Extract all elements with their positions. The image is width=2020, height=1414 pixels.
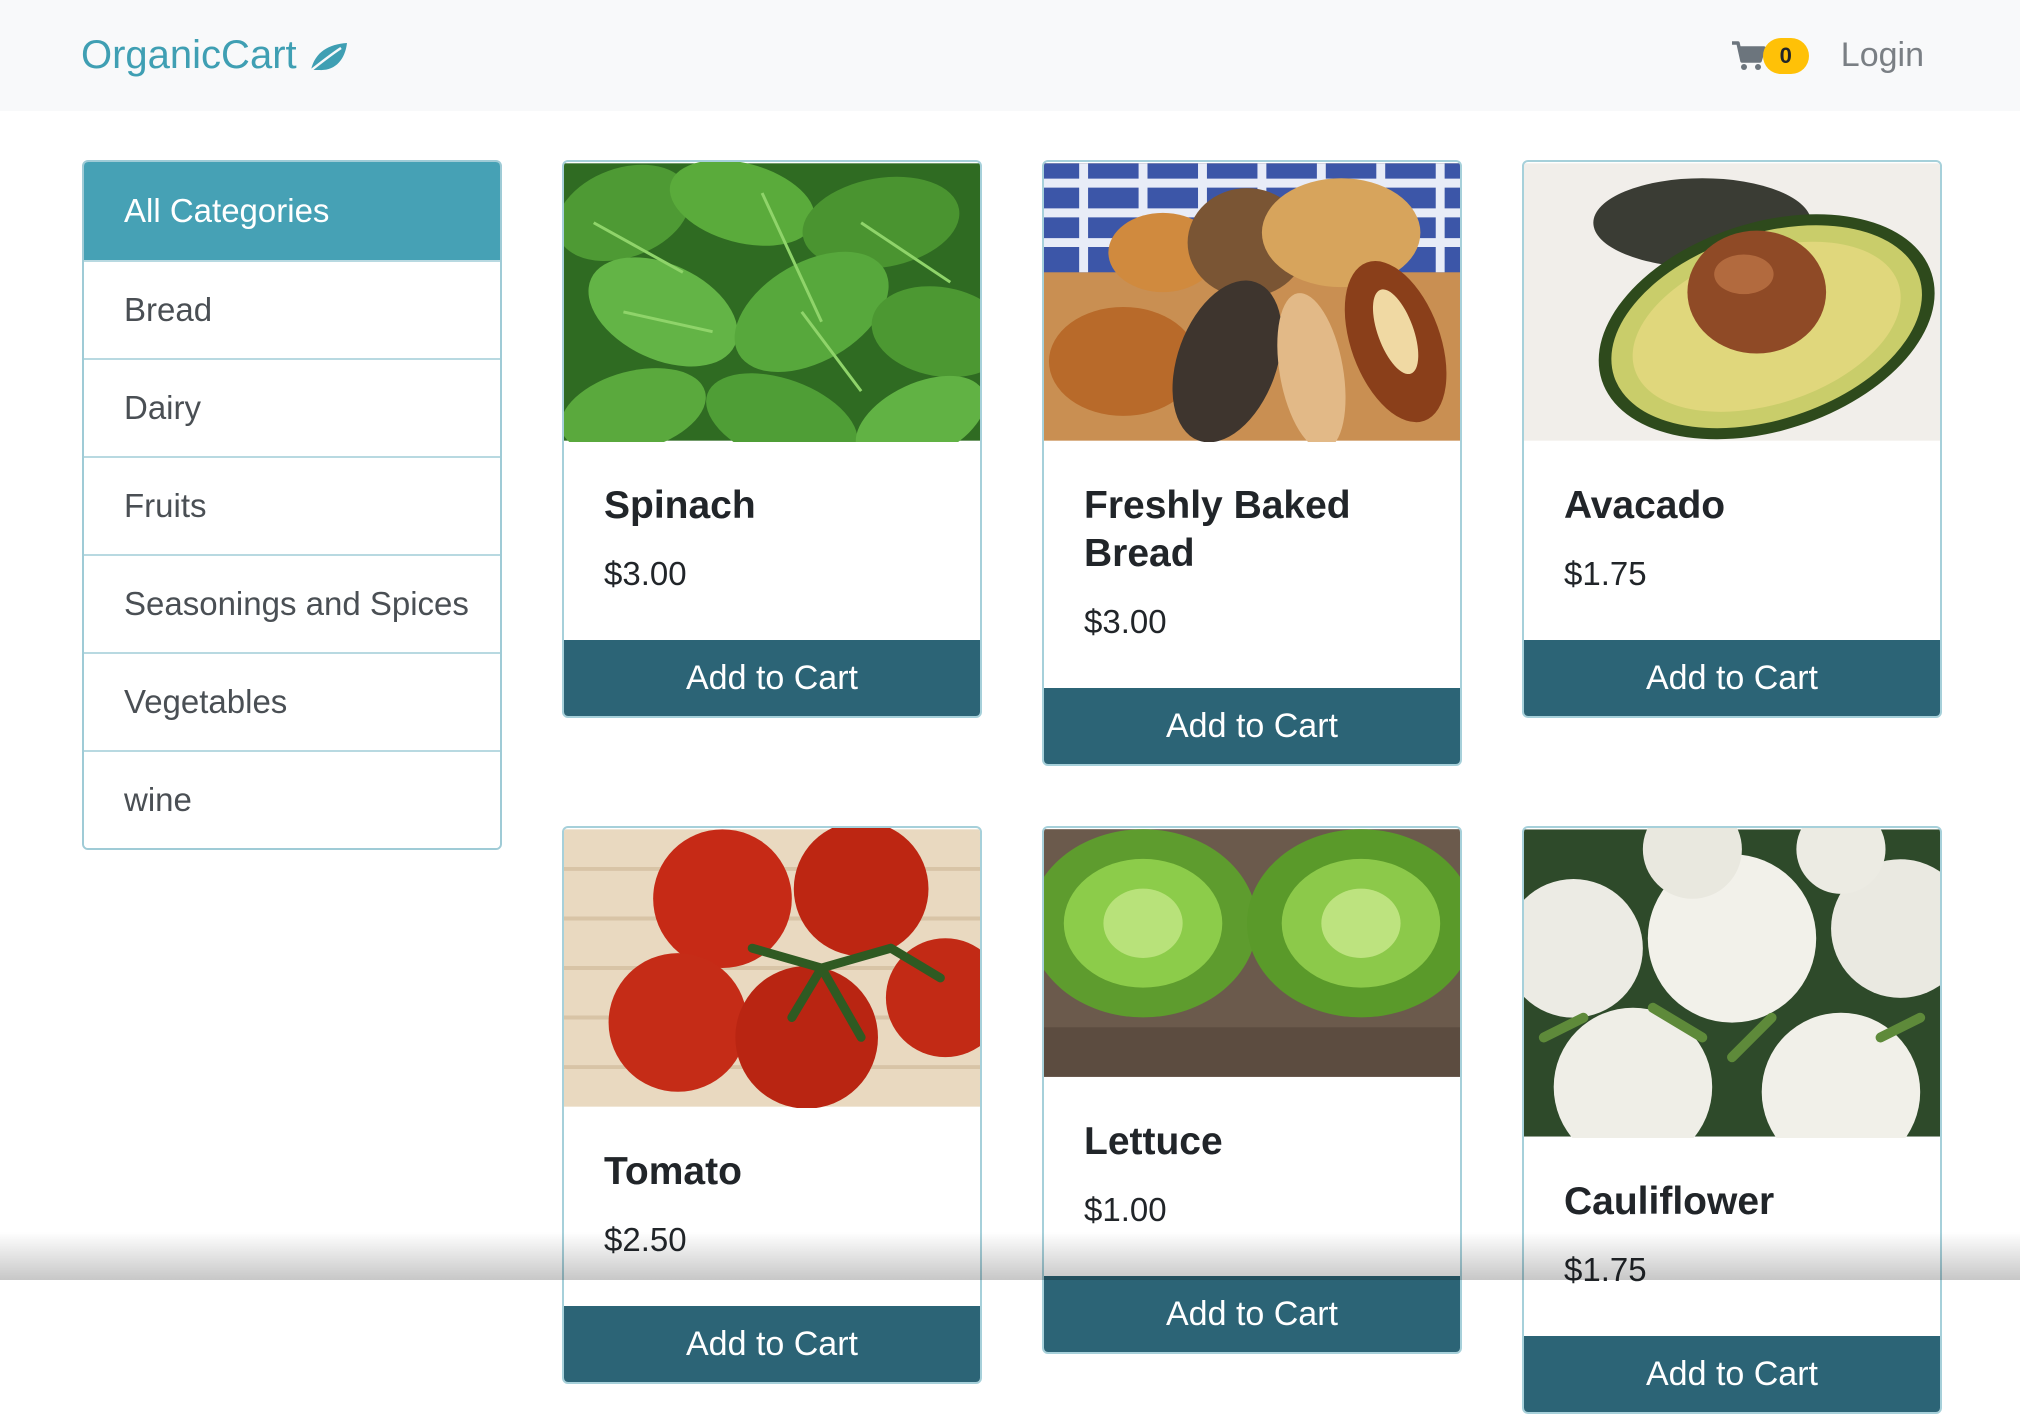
add-to-cart-button[interactable]: Add to Cart	[1044, 1276, 1460, 1352]
category-list: All Categories Bread Dairy Fruits Season…	[82, 160, 502, 850]
shopping-cart-icon	[1731, 40, 1767, 72]
product-title: Lettuce	[1084, 1120, 1223, 1163]
leaf-icon	[307, 39, 349, 73]
navbar: OrganicCart 0 Login	[0, 0, 2020, 111]
product-card-body: Avacado $1.75	[1524, 442, 1940, 640]
product-card: Cauliflower $1.75 Add to Cart	[1522, 826, 1942, 1414]
nav-right: 0 Login	[1731, 36, 1924, 75]
product-price: $3.00	[604, 555, 687, 592]
product-price: $3.00	[1084, 603, 1167, 640]
bread-image	[1044, 163, 1460, 442]
lettuce-image	[1044, 829, 1460, 1077]
category-item-bread[interactable]: Bread	[84, 260, 500, 358]
product-card-body: Tomato $2.50	[564, 1108, 980, 1306]
product-title: Freshly Baked Bread	[1084, 484, 1351, 575]
add-to-cart-button[interactable]: Add to Cart	[564, 640, 980, 716]
product-card-body: Cauliflower $1.75	[1524, 1138, 1940, 1336]
brand-link[interactable]: OrganicCart	[81, 33, 349, 78]
product-price: $1.75	[1564, 1251, 1647, 1288]
product-price: $1.00	[1084, 1191, 1167, 1228]
category-item-vegetables[interactable]: Vegetables	[84, 652, 500, 750]
cart-count-badge: 0	[1762, 37, 1809, 74]
category-item-seasonings[interactable]: Seasonings and Spices	[84, 554, 500, 652]
category-item-wine[interactable]: wine	[84, 750, 500, 848]
login-link[interactable]: Login	[1841, 36, 1924, 75]
cauliflower-image	[1524, 828, 1940, 1138]
product-card-body: Freshly Baked Bread $3.00	[1044, 442, 1460, 688]
product-price: $1.75	[1564, 555, 1647, 592]
cart-link[interactable]: 0	[1731, 37, 1809, 74]
avocado-image	[1524, 163, 1940, 441]
tomato-image	[564, 828, 980, 1108]
category-item-all[interactable]: All Categories	[84, 162, 500, 260]
product-title: Avacado	[1564, 484, 1726, 527]
product-card: Avacado $1.75 Add to Cart	[1522, 160, 1942, 718]
category-item-dairy[interactable]: Dairy	[84, 358, 500, 456]
product-card: Spinach $3.00 Add to Cart	[562, 160, 982, 718]
category-item-fruits[interactable]: Fruits	[84, 456, 500, 554]
product-card-body: Spinach $3.00	[564, 442, 980, 640]
add-to-cart-button[interactable]: Add to Cart	[1044, 688, 1460, 764]
add-to-cart-button[interactable]: Add to Cart	[1524, 640, 1940, 716]
product-card: Tomato $2.50 Add to Cart	[562, 826, 982, 1384]
product-card-body: Lettuce $1.00	[1044, 1078, 1460, 1276]
product-card: Freshly Baked Bread $3.00 Add to Cart	[1042, 160, 1462, 766]
product-card: Lettuce $1.00 Add to Cart	[1042, 826, 1462, 1354]
product-title: Spinach	[604, 484, 756, 527]
brand-name: OrganicCart	[81, 33, 297, 77]
add-to-cart-button[interactable]: Add to Cart	[1524, 1336, 1940, 1412]
product-title: Cauliflower	[1564, 1180, 1775, 1223]
spinach-image	[564, 162, 980, 442]
product-title: Tomato	[604, 1150, 742, 1193]
add-to-cart-button[interactable]: Add to Cart	[564, 1306, 980, 1382]
product-price: $2.50	[604, 1221, 687, 1258]
